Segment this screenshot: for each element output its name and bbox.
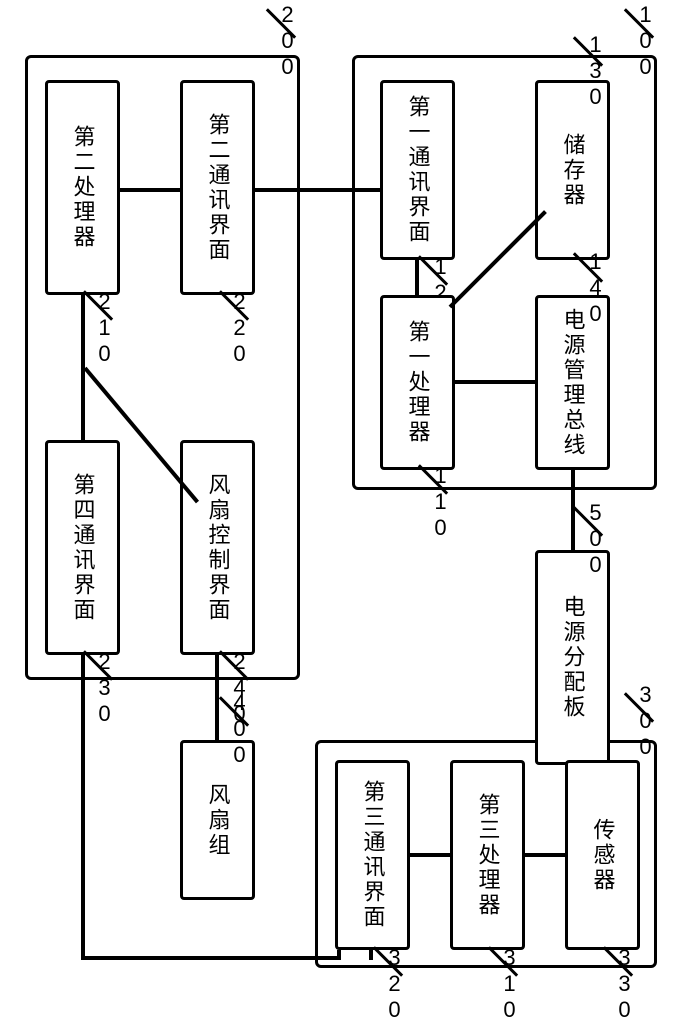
block-310: 第三处理器 — [450, 760, 525, 950]
label-500: 500 — [582, 500, 608, 578]
block-110-text: 第一处理器 — [404, 320, 432, 445]
block-310-text: 第三处理器 — [474, 793, 502, 918]
label-300: 300 — [632, 682, 658, 760]
block-320: 第三通讯界面 — [335, 760, 410, 950]
block-120: 第一通讯界面 — [380, 80, 455, 260]
conn-110-140 — [455, 380, 535, 384]
label-140: 140 — [582, 249, 608, 327]
conn-140-500 — [571, 470, 575, 550]
conn-220-120 — [255, 188, 380, 192]
block-230: 第四通讯界面 — [45, 440, 120, 655]
block-230-text: 第四通讯界面 — [69, 473, 97, 623]
block-210-text: 第二处理器 — [69, 125, 97, 250]
block-330: 传感器 — [565, 760, 640, 950]
block-140-text: 电源管理总线 — [559, 308, 587, 458]
block-500: 电源分配板 — [535, 550, 610, 765]
block-220: 第二通讯界面 — [180, 80, 255, 295]
label-210: 210 — [91, 289, 117, 367]
conn-210-220 — [120, 188, 180, 192]
block-240-text: 风扇控制界面 — [204, 473, 232, 623]
label-220: 220 — [226, 289, 252, 367]
label-230: 230 — [91, 649, 117, 727]
block-400-text: 风扇组 — [204, 783, 232, 858]
label-100: 100 — [632, 2, 658, 80]
label-320: 320 — [381, 945, 407, 1023]
block-110: 第一处理器 — [380, 295, 455, 470]
conn-320-310 — [410, 853, 450, 857]
block-240: 风扇控制界面 — [180, 440, 255, 655]
label-110: 110 — [427, 463, 453, 541]
label-330: 330 — [611, 945, 637, 1023]
conn-310-330 — [525, 853, 565, 857]
label-130: 130 — [582, 32, 608, 110]
label-200: 200 — [274, 2, 300, 80]
conn-230-320-h — [81, 956, 341, 960]
conn-230-320-v — [81, 655, 85, 960]
block-120-text: 第一通讯界面 — [404, 95, 432, 245]
block-210: 第二处理器 — [45, 80, 120, 295]
label-400: 400 — [226, 690, 252, 768]
conn-230-320-v2 — [337, 950, 341, 960]
block-330-text: 传感器 — [589, 818, 617, 893]
conn-120-110 — [415, 260, 419, 295]
label-310: 310 — [496, 945, 522, 1023]
conn-240-400 — [215, 655, 219, 740]
block-220-text: 第二通讯界面 — [204, 113, 232, 263]
block-320-text: 第三通讯界面 — [359, 780, 387, 930]
block-130-text: 储存器 — [559, 133, 587, 208]
block-500-text: 电源分配板 — [559, 595, 587, 720]
conn-320-310b — [369, 950, 373, 960]
